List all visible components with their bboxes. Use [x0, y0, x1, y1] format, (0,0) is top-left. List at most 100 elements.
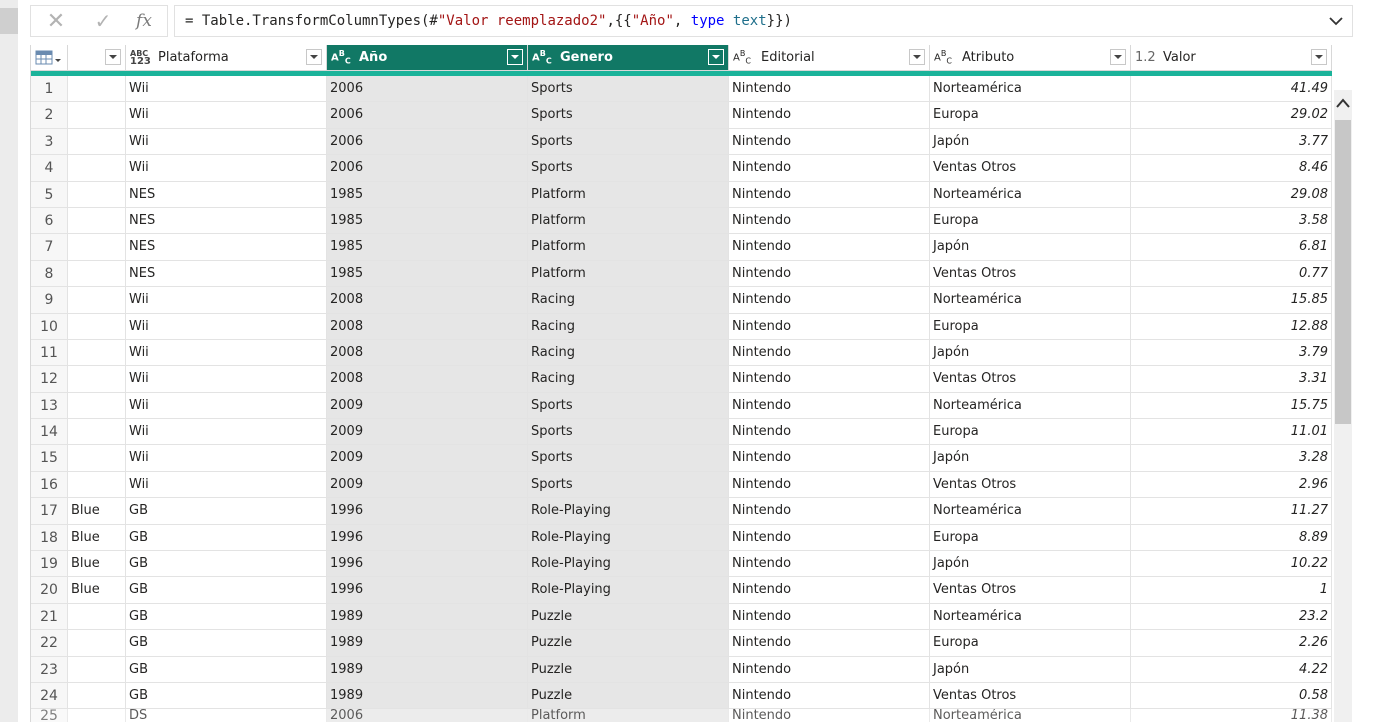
table-cell[interactable]: Europa — [930, 102, 1131, 129]
table-cell[interactable]: 2.96 — [1131, 471, 1332, 499]
table-cell[interactable]: Nintendo — [729, 445, 930, 472]
table-cell[interactable]: Nintendo — [729, 498, 930, 525]
table-cell[interactable]: GB — [126, 498, 327, 525]
table-cell[interactable]: 3.31 — [1131, 366, 1332, 393]
table-cell[interactable]: Wii — [126, 471, 327, 499]
table-cell[interactable]: Norteamérica — [930, 76, 1131, 103]
table-cell[interactable]: 3.58 — [1131, 207, 1332, 235]
column-header-genero[interactable]: ABC Genero — [528, 45, 729, 71]
table-cell[interactable]: 11.27 — [1131, 498, 1332, 525]
table-cell[interactable]: Wii — [126, 313, 327, 340]
table-cell[interactable]: Japón — [930, 234, 1131, 261]
table-cell[interactable]: Nintendo — [729, 128, 930, 156]
commit-formula-icon[interactable]: ✓ — [83, 6, 123, 36]
table-cell[interactable]: Nintendo — [729, 709, 930, 722]
table-cell[interactable] — [68, 260, 126, 288]
table-cell[interactable]: NES — [126, 181, 327, 208]
table-cell[interactable]: Nintendo — [729, 207, 930, 235]
table-cell[interactable]: Blue — [68, 524, 126, 552]
table-cell[interactable]: Wii — [126, 366, 327, 393]
table-cell[interactable]: Nintendo — [729, 471, 930, 499]
table-cell[interactable]: Wii — [126, 419, 327, 446]
table-cell[interactable]: 6.81 — [1131, 234, 1332, 261]
table-cell[interactable]: Sports — [528, 471, 729, 499]
cancel-formula-icon[interactable]: ✕ — [36, 6, 76, 36]
table-cell[interactable]: GB — [126, 630, 327, 657]
table-menu-icon[interactable] — [31, 45, 68, 71]
table-cell[interactable]: 8.89 — [1131, 524, 1332, 552]
table-cell[interactable] — [68, 76, 126, 103]
table-cell[interactable]: Racing — [528, 287, 729, 314]
table-cell[interactable]: Nintendo — [729, 419, 930, 446]
table-cell[interactable]: 2006 — [327, 155, 528, 182]
table-cell[interactable]: Nintendo — [729, 181, 930, 208]
table-cell[interactable]: NES — [126, 207, 327, 235]
table-cell[interactable]: 23.2 — [1131, 603, 1332, 631]
table-cell[interactable]: Wii — [126, 155, 327, 182]
table-cell[interactable]: Wii — [126, 76, 327, 103]
table-cell[interactable]: Platform — [528, 234, 729, 261]
table-cell[interactable] — [68, 682, 126, 710]
table-cell[interactable]: 41.49 — [1131, 76, 1332, 103]
table-cell[interactable] — [68, 181, 126, 208]
filter-dropdown-icon[interactable] — [507, 49, 523, 65]
table-cell[interactable]: 0.77 — [1131, 260, 1332, 288]
table-cell[interactable] — [68, 709, 126, 722]
table-cell[interactable]: Blue — [68, 577, 126, 604]
table-cell[interactable]: Nintendo — [729, 392, 930, 420]
table-cell[interactable]: Nintendo — [729, 313, 930, 340]
table-cell[interactable]: Norteamérica — [930, 709, 1131, 722]
filter-dropdown-icon[interactable] — [708, 49, 724, 65]
table-cell[interactable] — [68, 313, 126, 340]
table-cell[interactable]: 2008 — [327, 287, 528, 314]
table-cell[interactable]: 2006 — [327, 76, 528, 103]
table-cell[interactable]: Platform — [528, 207, 729, 235]
table-cell[interactable]: Racing — [528, 339, 729, 367]
table-cell[interactable]: 2006 — [327, 102, 528, 129]
table-cell[interactable]: Role-Playing — [528, 577, 729, 604]
collapsed-panel-handle[interactable] — [0, 8, 18, 34]
table-cell[interactable]: DS — [126, 709, 327, 722]
table-cell[interactable]: 29.02 — [1131, 102, 1332, 129]
column-header-año[interactable]: ABC Año — [327, 45, 528, 71]
table-cell[interactable]: Nintendo — [729, 260, 930, 288]
table-cell[interactable]: Wii — [126, 339, 327, 367]
table-cell[interactable]: Puzzle — [528, 656, 729, 683]
table-cell[interactable]: 3.79 — [1131, 339, 1332, 367]
table-cell[interactable]: Sports — [528, 392, 729, 420]
scroll-up-icon[interactable] — [1334, 94, 1352, 112]
table-cell[interactable]: GB — [126, 682, 327, 710]
table-cell[interactable]: Nintendo — [729, 656, 930, 683]
table-cell[interactable]: Platform — [528, 181, 729, 208]
table-cell[interactable]: Norteamérica — [930, 392, 1131, 420]
table-cell[interactable] — [68, 419, 126, 446]
table-cell[interactable]: 8.46 — [1131, 155, 1332, 182]
table-cell[interactable]: Japón — [930, 339, 1131, 367]
table-cell[interactable]: Europa — [930, 630, 1131, 657]
filter-dropdown-icon[interactable] — [1311, 49, 1327, 65]
table-cell[interactable]: 2009 — [327, 419, 528, 446]
table-cell[interactable]: Norteamérica — [930, 287, 1131, 314]
formula-bar[interactable]: = Table.TransformColumnTypes(#"Valor ree… — [174, 5, 1353, 37]
table-cell[interactable]: 2009 — [327, 392, 528, 420]
table-cell[interactable]: Sports — [528, 155, 729, 182]
table-cell[interactable]: Europa — [930, 524, 1131, 552]
table-cell[interactable]: 29.08 — [1131, 181, 1332, 208]
table-cell[interactable]: Japón — [930, 551, 1131, 578]
column-header-valor[interactable]: 1.2 Valor — [1131, 45, 1332, 71]
table-cell[interactable]: Nintendo — [729, 76, 930, 103]
fx-icon[interactable]: fx — [124, 6, 164, 36]
table-cell[interactable]: Nintendo — [729, 155, 930, 182]
filter-dropdown-icon[interactable] — [105, 49, 121, 65]
table-cell[interactable] — [68, 234, 126, 261]
table-cell[interactable]: 1985 — [327, 234, 528, 261]
filter-dropdown-icon[interactable] — [1110, 49, 1126, 65]
column-header-atributo[interactable]: ABC Atributo — [930, 45, 1131, 71]
table-cell[interactable]: GB — [126, 603, 327, 631]
table-cell[interactable]: Ventas Otros — [930, 366, 1131, 393]
table-cell[interactable]: 15.85 — [1131, 287, 1332, 314]
formula-text[interactable]: = Table.TransformColumnTypes(#"Valor ree… — [185, 13, 792, 29]
table-cell[interactable]: 1996 — [327, 524, 528, 552]
table-cell[interactable]: Racing — [528, 313, 729, 340]
table-cell[interactable] — [68, 603, 126, 631]
